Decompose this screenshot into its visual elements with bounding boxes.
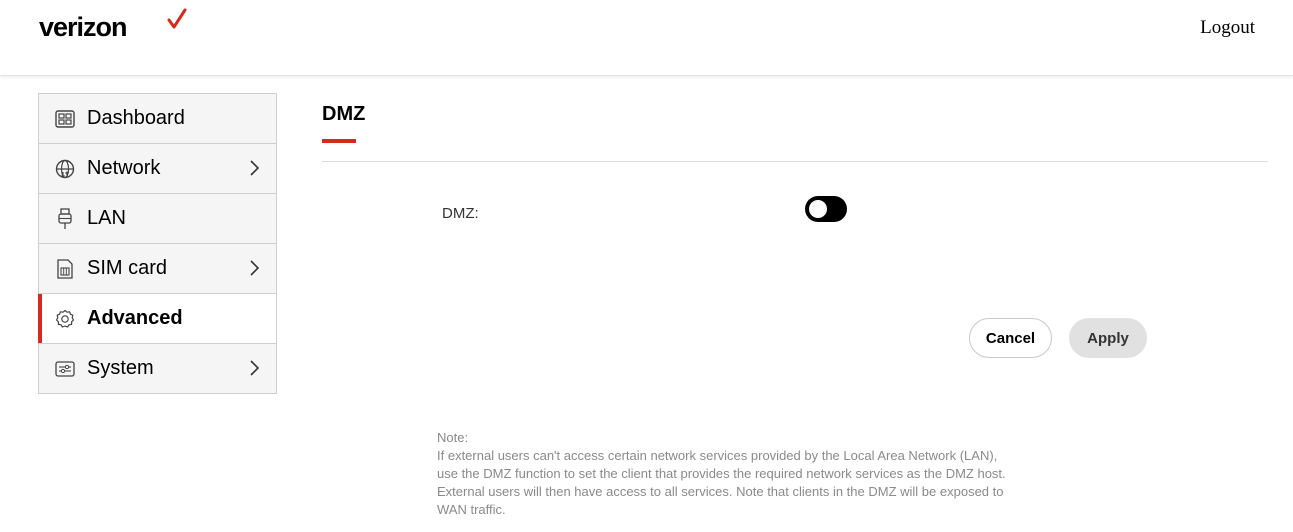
sidebar-item-system[interactable]: System (39, 344, 276, 394)
sidebar-nav: Dashboard Network LAN SIM card Advanced … (38, 93, 277, 394)
sidebar-item-sim-card[interactable]: SIM card (39, 244, 276, 294)
cancel-button[interactable]: Cancel (969, 318, 1052, 358)
sidebar-item-network[interactable]: Network (39, 144, 276, 194)
dashboard-icon (55, 109, 75, 129)
sidebar-item-label: SIM card (87, 257, 168, 279)
sidebar-item-label: Advanced (87, 307, 183, 329)
verizon-logo[interactable]: verizon (39, 8, 187, 43)
note-body: If external users can't access certain n… (437, 448, 1006, 517)
chevron-right-icon (250, 360, 260, 376)
sidebar-item-label: LAN (87, 207, 126, 229)
sidebar-item-label: System (87, 357, 154, 379)
note-heading: Note: (437, 430, 469, 445)
sim-card-icon (55, 258, 75, 279)
network-globe-icon (55, 159, 75, 179)
chevron-right-icon (250, 260, 260, 276)
section-divider (322, 161, 1268, 162)
sidebar-item-lan[interactable]: LAN (39, 194, 276, 244)
lan-plug-icon (55, 207, 75, 229)
apply-button[interactable]: Apply (1069, 318, 1147, 358)
help-note: Note: If external users can't access cer… (437, 429, 1007, 519)
page-title: DMZ (322, 103, 366, 125)
toggle-knob (809, 200, 827, 218)
verizon-check-mark (167, 8, 187, 29)
dmz-field-label: DMZ: (442, 205, 479, 222)
system-settings-icon (55, 359, 75, 379)
gear-icon (55, 309, 75, 329)
sidebar-item-label: Dashboard (87, 107, 185, 129)
sidebar-item-label: Network (87, 157, 161, 179)
logout-link[interactable]: Logout (1200, 17, 1255, 39)
dmz-toggle-switch[interactable] (805, 196, 847, 222)
brand-name: verizon (39, 12, 128, 42)
title-accent-underline (322, 139, 356, 143)
chevron-right-icon (250, 160, 260, 176)
sidebar-item-advanced[interactable]: Advanced (38, 294, 276, 344)
top-header: verizon Logout (0, 0, 1293, 76)
sidebar-item-dashboard[interactable]: Dashboard (39, 94, 276, 144)
